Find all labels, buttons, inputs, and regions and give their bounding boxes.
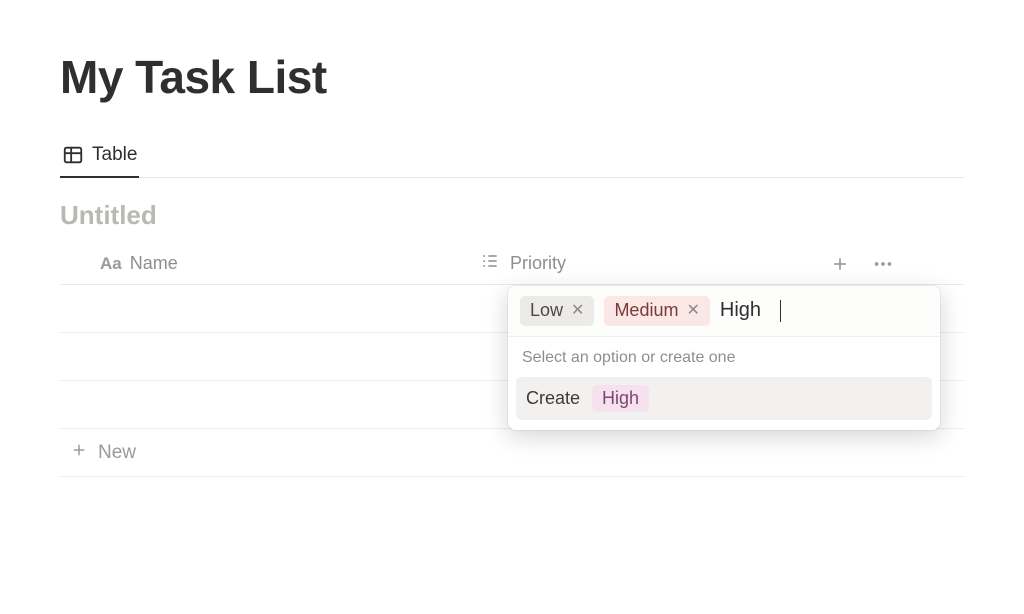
popover-hint: Select an option or create one [508, 337, 940, 373]
tag-label: Low [530, 300, 563, 322]
tab-table[interactable]: Table [60, 138, 139, 178]
column-label: Name [130, 253, 178, 274]
new-row-button[interactable]: New [60, 429, 964, 477]
popover-input-row[interactable]: Low ✕ Medium ✕ [508, 286, 940, 337]
table-header-row: Aa Name Priority [60, 243, 964, 285]
tab-label: Table [92, 144, 137, 166]
remove-tag-icon[interactable]: ✕ [571, 303, 584, 319]
add-column-button[interactable] [830, 254, 850, 274]
page-title: My Task List [60, 50, 964, 104]
tag-label: High [602, 388, 639, 410]
more-options-button[interactable] [872, 253, 894, 275]
column-header-priority[interactable]: Priority [480, 251, 780, 276]
tag-label: Medium [614, 300, 678, 322]
plus-icon [70, 441, 88, 465]
text-type-icon: Aa [100, 254, 122, 274]
multiselect-icon [480, 251, 500, 276]
selected-tag-medium[interactable]: Medium ✕ [604, 296, 709, 326]
column-label: Priority [510, 253, 566, 274]
database-title[interactable]: Untitled [60, 200, 964, 231]
new-row-label: New [98, 442, 136, 464]
text-caret [780, 300, 781, 322]
table: Aa Name Priority [60, 243, 964, 477]
selected-tag-low[interactable]: Low ✕ [520, 296, 594, 326]
create-label: Create [526, 388, 580, 409]
create-tag-preview: High [592, 385, 649, 413]
remove-tag-icon[interactable]: ✕ [686, 303, 699, 319]
column-header-name[interactable]: Aa Name [60, 253, 480, 274]
select-popover: Low ✕ Medium ✕ Select an option or creat… [508, 286, 940, 430]
view-tabs: Table [60, 138, 964, 178]
table-icon [62, 144, 84, 166]
create-option-button[interactable]: Create High [516, 377, 932, 421]
tag-search-input[interactable] [720, 299, 780, 322]
